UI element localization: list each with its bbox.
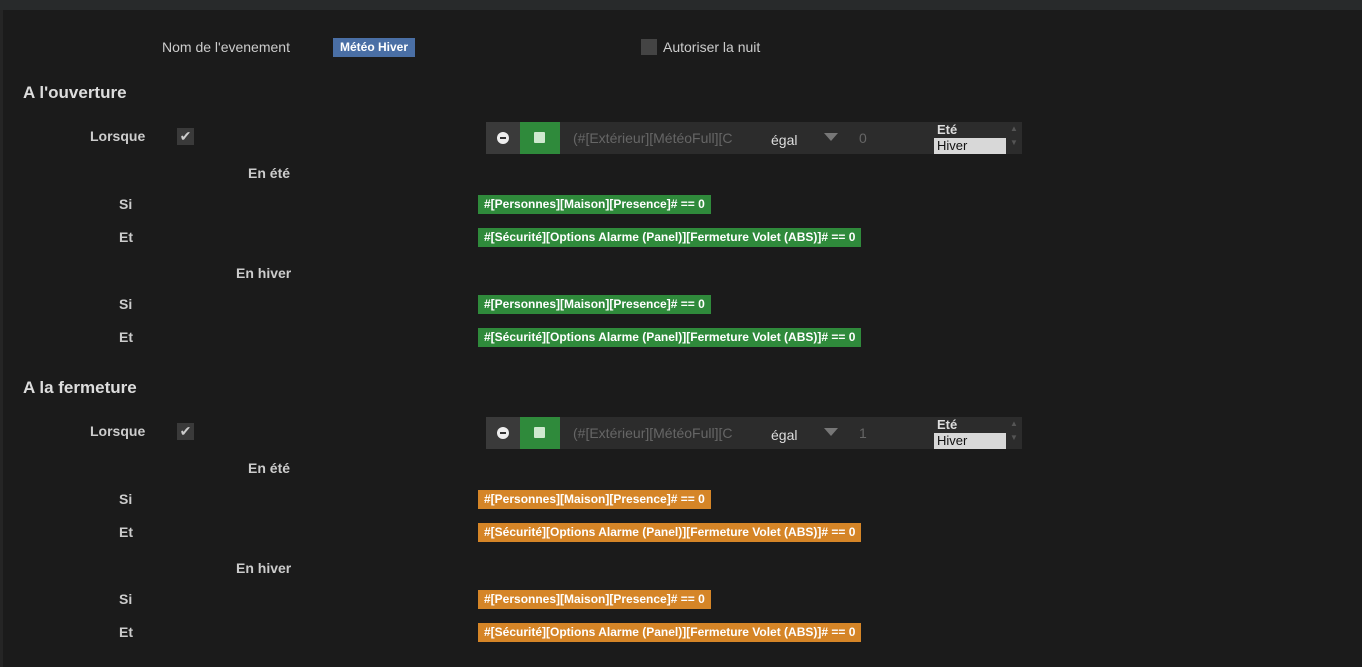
dropdown-arrow-icon[interactable] (824, 133, 838, 141)
check-icon: ✔ (179, 128, 192, 144)
list-button[interactable] (520, 417, 560, 449)
when-checkbox[interactable]: ✔ (177, 423, 194, 440)
condition-badge[interactable]: #[Personnes][Maison][Presence]# == 0 (478, 590, 711, 609)
condition-badge[interactable]: #[Sécurité][Options Alarme (Panel)][Ferm… (478, 228, 862, 247)
summer-title: En été (248, 460, 291, 476)
option-hiver[interactable]: Hiver (934, 138, 1006, 154)
expression-input[interactable]: (#[Extérieur][MétéoFull][C (573, 130, 745, 146)
row-label: Et (119, 524, 133, 540)
row-label: Si (119, 491, 133, 507)
row-label: Et (119, 229, 133, 245)
row-label: Si (119, 591, 133, 607)
season-listbox[interactable]: Eté Hiver (934, 417, 1006, 449)
option-hiver[interactable]: Hiver (934, 433, 1006, 449)
remove-button[interactable] (486, 122, 520, 154)
row-label: Si (119, 196, 133, 212)
condition-badge[interactable]: #[Personnes][Maison][Presence]# == 0 (478, 295, 711, 314)
value-input[interactable]: 1 (859, 425, 867, 441)
when-label: Lorsque (90, 128, 146, 144)
operator-select[interactable]: égal (771, 427, 797, 443)
event-name-label: Nom de l'evenement (162, 39, 290, 55)
condition-badge[interactable]: #[Personnes][Maison][Presence]# == 0 (478, 195, 711, 214)
top-bar (0, 0, 1362, 10)
dropdown-arrow-icon[interactable] (824, 428, 838, 436)
when-checkbox[interactable]: ✔ (177, 128, 194, 145)
when-label: Lorsque (90, 423, 146, 439)
minus-circle-icon (497, 427, 509, 439)
section-title: A la fermeture (23, 378, 137, 397)
expression-input[interactable]: (#[Extérieur][MétéoFull][C (573, 425, 745, 441)
condition-row: (#[Extérieur][MétéoFull][C égal 0 Eté Hi… (486, 122, 1022, 154)
row-label: Si (119, 296, 133, 312)
condition-row: (#[Extérieur][MétéoFull][C égal 1 Eté Hi… (486, 417, 1022, 449)
row-label: Et (119, 329, 133, 345)
minus-circle-icon (497, 132, 509, 144)
condition-badge[interactable]: #[Sécurité][Options Alarme (Panel)][Ferm… (478, 328, 862, 347)
night-checkbox[interactable] (641, 39, 657, 55)
list-icon (534, 427, 545, 438)
night-label: Autoriser la nuit (663, 39, 761, 55)
condition-badge[interactable]: #[Sécurité][Options Alarme (Panel)][Ferm… (478, 623, 862, 642)
operator-select[interactable]: égal (771, 132, 797, 148)
season-listbox[interactable]: Eté Hiver (934, 122, 1006, 154)
list-icon (534, 132, 545, 143)
winter-title: En hiver (236, 265, 292, 281)
check-icon: ✔ (179, 423, 192, 439)
summer-title: En été (248, 165, 291, 181)
value-input[interactable]: 0 (859, 130, 867, 146)
left-border (0, 10, 3, 667)
row-label: Et (119, 624, 133, 640)
listbox-scrollbar[interactable]: ▲ ▼ (1006, 417, 1022, 449)
list-button[interactable] (520, 122, 560, 154)
condition-badge[interactable]: #[Personnes][Maison][Presence]# == 0 (478, 490, 711, 509)
condition-badge[interactable]: #[Sécurité][Options Alarme (Panel)][Ferm… (478, 523, 862, 542)
listbox-scrollbar[interactable]: ▲ ▼ (1006, 122, 1022, 154)
winter-title: En hiver (236, 560, 292, 576)
section-title: A l'ouverture (23, 83, 127, 102)
event-name-badge[interactable]: Météo Hiver (333, 38, 416, 57)
option-ete[interactable]: Eté (934, 122, 1006, 138)
option-ete[interactable]: Eté (934, 417, 1006, 433)
remove-button[interactable] (486, 417, 520, 449)
